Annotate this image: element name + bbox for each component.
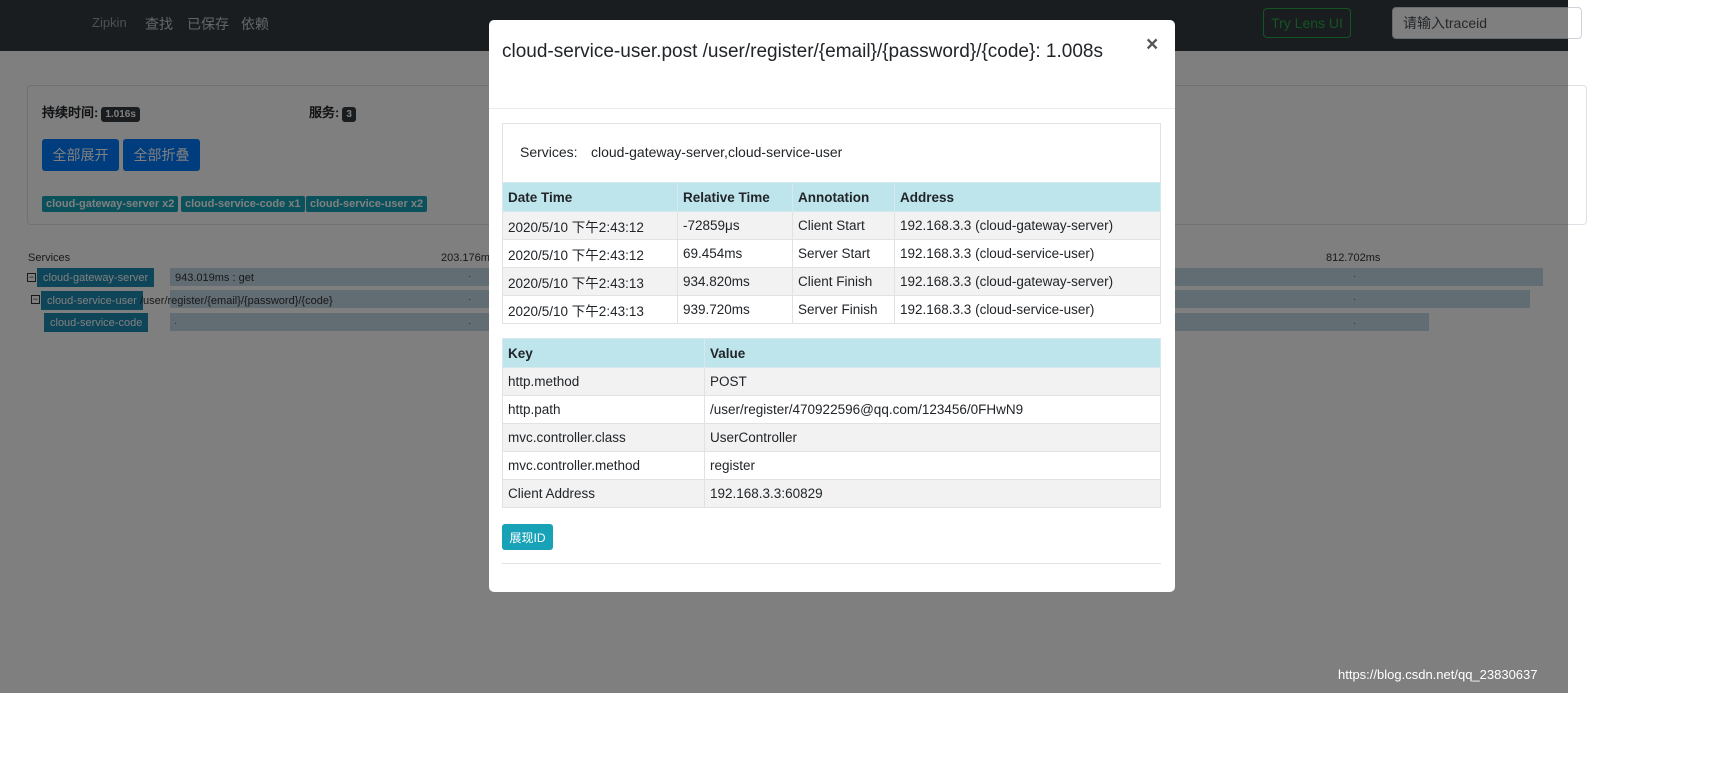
table-row: mvc.controller.method register (502, 451, 1161, 480)
table-cell: Server Finish (792, 295, 895, 324)
column-header: Relative Time (677, 182, 793, 212)
table-cell: Server Start (792, 239, 895, 268)
services-value: cloud-gateway-server,cloud-service-user (591, 144, 843, 160)
table-cell: 2020/5/10 下午2:43:12 (502, 211, 678, 240)
modal-title: cloud-service-user.post /user/register/{… (502, 41, 1103, 62)
annotations-table: Date Time Relative Time Annotation Addre… (502, 182, 1161, 324)
table-cell: 192.168.3.3 (cloud-service-user) (894, 295, 1161, 324)
table-cell: 2020/5/10 下午2:43:13 (502, 267, 678, 296)
table-row: http.method POST (502, 367, 1161, 396)
column-header: Address (894, 182, 1161, 212)
tags-table: Key Value http.method POST http.path /us… (502, 338, 1161, 508)
table-cell: 192.168.3.3 (cloud-service-user) (894, 239, 1161, 268)
tags-header-row: Key Value (502, 338, 1161, 368)
table-cell: 934.820ms (677, 267, 793, 296)
tag-key: http.method (502, 367, 705, 396)
table-row: http.path /user/register/470922596@qq.co… (502, 395, 1161, 424)
table-row: mvc.controller.class UserController (502, 423, 1161, 452)
table-row: 2020/5/10 下午2:43:12 -72859μs Client Star… (502, 211, 1161, 240)
watermark: https://blog.csdn.net/qq_23830637 (1338, 667, 1538, 682)
table-row: 2020/5/10 下午2:43:12 69.454ms Server Star… (502, 239, 1161, 268)
tag-value: 192.168.3.3:60829 (704, 479, 1161, 508)
span-detail-modal: cloud-service-user.post /user/register/{… (489, 20, 1175, 592)
table-row: Client Address 192.168.3.3:60829 (502, 479, 1161, 508)
table-cell: 2020/5/10 下午2:43:13 (502, 295, 678, 324)
column-header: Annotation (792, 182, 895, 212)
tag-value: UserController (704, 423, 1161, 452)
tag-key: mvc.controller.class (502, 423, 705, 452)
table-cell: 192.168.3.3 (cloud-gateway-server) (894, 211, 1161, 240)
table-row: 2020/5/10 下午2:43:13 939.720ms Server Fin… (502, 295, 1161, 324)
table-cell: Client Finish (792, 267, 895, 296)
table-cell: -72859μs (677, 211, 793, 240)
span-services-box: Services: cloud-gateway-server,cloud-ser… (502, 123, 1161, 182)
annotations-header-row: Date Time Relative Time Annotation Addre… (502, 182, 1161, 212)
tag-value: /user/register/470922596@qq.com/123456/0… (704, 395, 1161, 424)
services-label: Services: (520, 144, 578, 160)
close-icon[interactable]: × (1146, 34, 1158, 55)
tag-key: mvc.controller.method (502, 451, 705, 480)
tag-key: Client Address (502, 479, 705, 508)
tag-value: register (704, 451, 1161, 480)
tag-value: POST (704, 367, 1161, 396)
column-header: Value (704, 338, 1161, 368)
table-row: 2020/5/10 下午2:43:13 934.820ms Client Fin… (502, 267, 1161, 296)
column-header: Date Time (502, 182, 678, 212)
table-cell: 2020/5/10 下午2:43:12 (502, 239, 678, 268)
modal-divider (502, 563, 1161, 564)
modal-header: cloud-service-user.post /user/register/{… (489, 20, 1175, 109)
table-cell: Client Start (792, 211, 895, 240)
show-id-button[interactable]: 展现ID (502, 524, 553, 550)
tag-key: http.path (502, 395, 705, 424)
table-cell: 192.168.3.3 (cloud-gateway-server) (894, 267, 1161, 296)
table-cell: 69.454ms (677, 239, 793, 268)
column-header: Key (502, 338, 705, 368)
table-cell: 939.720ms (677, 295, 793, 324)
